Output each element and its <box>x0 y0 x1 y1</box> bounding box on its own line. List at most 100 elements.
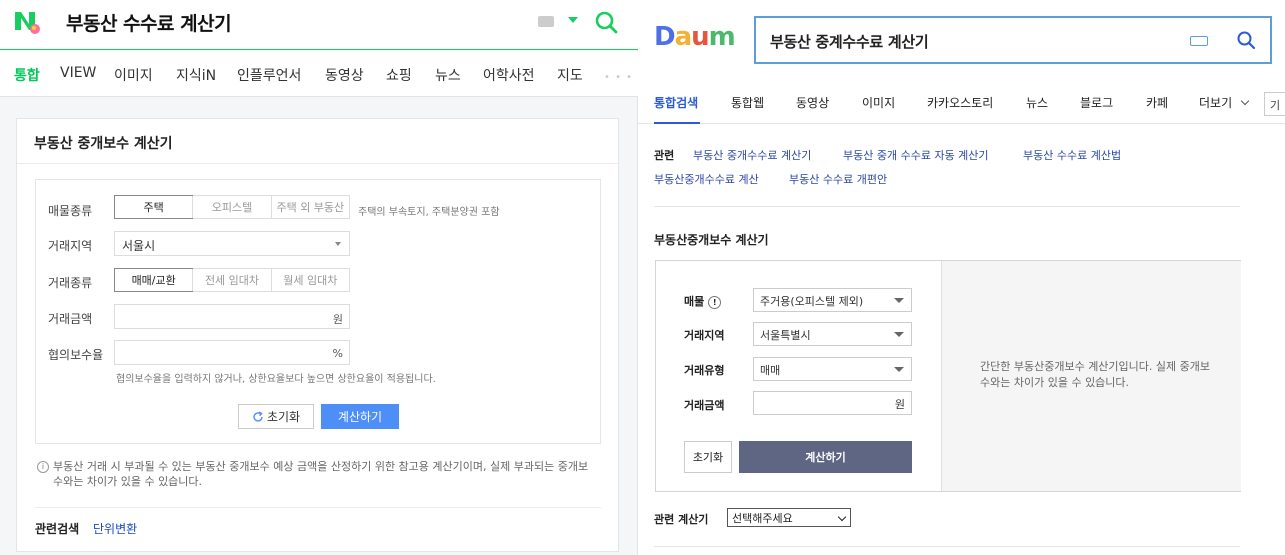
disclaimer-note: i 부동산 거래 시 부과될 수 있는 부동산 중개보수 예상 금액을 산정하기… <box>37 459 597 489</box>
label-property: 매물! <box>684 293 722 309</box>
related-link-2[interactable]: 부동산 중개 수수료 자동 계산기 <box>843 147 989 163</box>
label-region: 거래지역 <box>48 239 93 253</box>
region-select[interactable]: 서울시 <box>114 231 350 256</box>
option-non-house[interactable]: 주택 외 부동산 <box>270 196 349 218</box>
description-area: 간단한 부동산중개보수 계산기입니다. 실제 중개보수와는 차이가 있을 수 있… <box>941 261 1241 491</box>
label-amount: 거래금액 <box>48 312 93 326</box>
amount-unit: 원 <box>332 313 343 326</box>
info-icon[interactable]: ! <box>708 295 722 309</box>
related-link-4[interactable]: 부동산중개수수료 계산 <box>654 171 759 187</box>
naver-logo-icon[interactable] <box>13 10 41 36</box>
related-calculator-select[interactable]: 선택해주세요 <box>727 508 851 527</box>
tab-kakaostory[interactable]: 카카오스토리 <box>927 94 993 111</box>
tab-cafe[interactable]: 카페 <box>1146 94 1168 111</box>
region-select[interactable]: 서울특별시 <box>753 322 912 346</box>
related-link-1[interactable]: 부동산 중개수수료 계산기 <box>693 147 811 163</box>
option-house[interactable]: 주택 <box>114 195 194 219</box>
label-deal-type: 거래유형 <box>684 364 725 377</box>
amount-input[interactable]: 원 <box>114 304 350 329</box>
rate-hint: 협의보수율을 입력하지 않거나, 상한요율보다 높으면 상한요율이 적용됩니다. <box>116 374 436 385</box>
amount-unit: 원 <box>894 398 905 411</box>
tab-images[interactable]: 이미지 <box>862 94 895 111</box>
label-rate: 협의보수율 <box>48 348 104 362</box>
dropdown-arrow-icon <box>894 367 904 372</box>
daum-panel: Daum 부동산 중계수수료 계산기 통합검색 통합웹 동영상 이미지 카카오스… <box>638 0 1285 555</box>
tab-integrated-web[interactable]: 통합웹 <box>731 94 764 111</box>
card-title: 부동산 중개보수 계산기 <box>34 136 173 152</box>
reset-button[interactable]: 초기화 <box>684 441 732 473</box>
calculate-button[interactable]: 계산하기 <box>739 441 912 473</box>
tab-integrated-search[interactable]: 통합검색 <box>654 94 698 111</box>
search-icon[interactable] <box>1236 30 1256 50</box>
tab-more[interactable]: 더보기 <box>1199 94 1232 111</box>
daum-logo[interactable]: Daum <box>654 22 736 52</box>
tab-map[interactable]: 지도 <box>557 65 583 85</box>
tab-overflow[interactable]: 기 <box>1264 92 1285 116</box>
deal-type-select[interactable]: 매매 <box>753 357 912 381</box>
tab-video[interactable]: 동영상 <box>796 94 829 111</box>
daum-calculator-panel: 매물! 주거용(오피스텔 제외) 거래지역 서울특별시 거래유형 매매 거래금액… <box>655 260 1241 492</box>
property-select[interactable]: 주거용(오피스텔 제외) <box>753 288 912 312</box>
reset-button[interactable]: 초기화 <box>238 404 314 429</box>
naver-header: 부동산 수수료 계산기 <box>0 0 638 50</box>
calculator-form: 매물종류 주택 오피스텔 주택 외 부동산 주택의 부속토지, 주택분양권 포함… <box>35 179 601 444</box>
divider <box>654 546 1240 547</box>
related-link-5[interactable]: 부동산 수수료 개편안 <box>789 171 887 187</box>
tab-video[interactable]: 동영상 <box>325 65 364 85</box>
daum-search-box[interactable]: 부동산 중계수수료 계산기 <box>754 16 1272 64</box>
option-monthly[interactable]: 월세 임대차 <box>270 269 349 291</box>
related-link-unit-conversion[interactable]: 단위변환 <box>93 520 137 537</box>
dropdown-arrow-icon <box>335 242 341 246</box>
rate-input[interactable]: % <box>114 340 350 365</box>
tab-images[interactable]: 이미지 <box>114 65 153 85</box>
related-link-3[interactable]: 부동산 수수료 계산법 <box>1023 147 1121 163</box>
naver-tab-bar: 통합 VIEW 이미지 지식iN 인플루언서 동영상 쇼핑 뉴스 어학사전 지도… <box>0 51 638 97</box>
dropdown-arrow-icon <box>894 332 904 337</box>
chevron-down-icon[interactable] <box>1240 96 1250 106</box>
tab-blog[interactable]: 블로그 <box>1080 94 1113 111</box>
divider <box>17 163 620 164</box>
chevron-down-icon[interactable] <box>568 17 578 23</box>
active-tab-indicator <box>654 122 700 124</box>
naver-calculator-card: 부동산 중개보수 계산기 매물종류 주택 오피스텔 주택 외 부동산 주택의 부… <box>16 118 620 552</box>
region-value: 서울시 <box>122 239 156 253</box>
tab-kin[interactable]: 지식iN <box>176 65 216 85</box>
tab-influencer[interactable]: 인플루언서 <box>237 65 301 85</box>
deal-type-selector: 매매/교환 전세 임대차 월세 임대차 <box>114 268 350 292</box>
divider <box>654 206 1240 207</box>
property-type-hint: 주택의 부속토지, 주택분양권 포함 <box>358 207 500 218</box>
tab-news[interactable]: 뉴스 <box>435 65 461 85</box>
tab-integrated[interactable]: 통합 <box>14 65 40 85</box>
reset-label: 초기화 <box>266 410 301 424</box>
tab-news[interactable]: 뉴스 <box>1026 94 1048 111</box>
search-query[interactable]: 부동산 중계수수료 계산기 <box>770 31 929 52</box>
related-search-label: 관련검색 <box>35 522 80 536</box>
tab-dictionary[interactable]: 어학사전 <box>483 65 535 85</box>
property-type-selector: 주택 오피스텔 주택 외 부동산 <box>114 195 350 219</box>
property-value: 주거용(오피스텔 제외) <box>760 295 864 308</box>
related-calculator-label: 관련 계산기 <box>654 513 709 526</box>
label-amount: 거래금액 <box>684 399 725 412</box>
search-query[interactable]: 부동산 수수료 계산기 <box>66 9 232 36</box>
search-icon[interactable] <box>594 10 618 34</box>
disclaimer-text: 부동산 거래 시 부과될 수 있는 부동산 중개보수 예상 금액을 산정하기 위… <box>53 460 589 488</box>
option-officetel[interactable]: 오피스텔 <box>192 196 270 218</box>
section-title: 부동산중개보수 계산기 <box>654 233 769 247</box>
chevron-down-icon <box>837 512 847 522</box>
daum-tab-bar: 통합검색 통합웹 동영상 이미지 카카오스토리 뉴스 블로그 카페 더보기 <box>638 84 1285 124</box>
related-calculator-value: 선택해주세요 <box>732 512 793 525</box>
region-value: 서울특별시 <box>760 329 811 342</box>
keyboard-icon[interactable] <box>538 16 554 27</box>
rate-unit: % <box>332 347 343 360</box>
keyboard-icon[interactable] <box>1190 36 1208 46</box>
tab-shopping[interactable]: 쇼핑 <box>386 65 412 85</box>
divider <box>35 507 601 508</box>
dropdown-arrow-icon <box>894 298 904 303</box>
calculate-button[interactable]: 계산하기 <box>321 404 399 429</box>
tab-view[interactable]: VIEW <box>60 65 96 81</box>
more-tabs-icon[interactable]: • • • <box>604 72 633 83</box>
option-jeonse[interactable]: 전세 임대차 <box>192 269 270 291</box>
option-sale[interactable]: 매매/교환 <box>114 268 194 292</box>
amount-input[interactable]: 원 <box>753 391 912 415</box>
related-label: 관련 <box>654 149 675 162</box>
